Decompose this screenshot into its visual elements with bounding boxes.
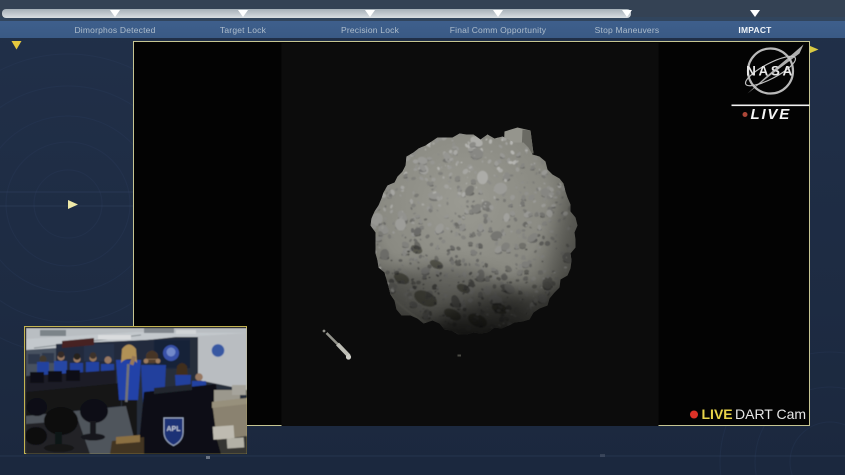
svg-text:DART Cam: DART Cam	[735, 406, 806, 422]
svg-text:NASA: NASA	[746, 63, 795, 78]
svg-text:LIVE: LIVE	[750, 106, 791, 123]
svg-text:LIVE: LIVE	[701, 406, 732, 422]
